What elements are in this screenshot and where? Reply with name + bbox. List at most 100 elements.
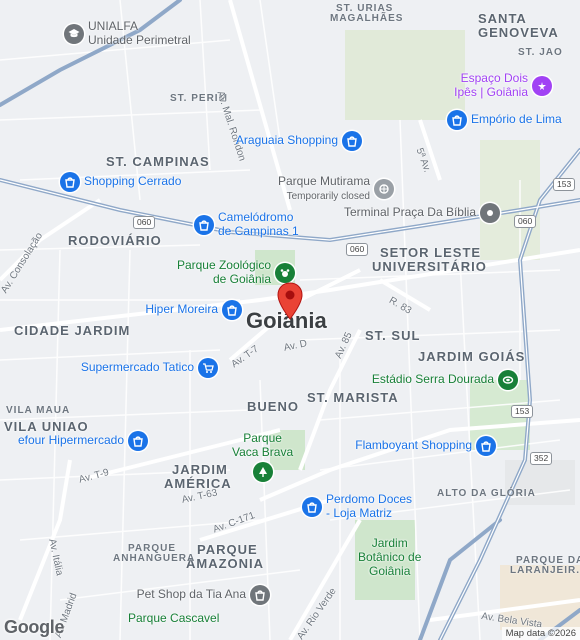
poi-zoologico-line1: Parque Zoológico (176, 258, 271, 272)
poi-unialfa-line1: UNIALFA (88, 19, 139, 33)
highway-shield: 060 (514, 215, 537, 229)
park-area (480, 140, 540, 260)
poi-zoologico-line2: de Goiânia (212, 271, 271, 286)
poi-unialfa[interactable]: UNIALFA Unidade Perimetral (64, 19, 191, 48)
poi-terminal-praca-da-biblia[interactable]: Terminal Praça Da Bíblia (344, 203, 500, 223)
district-st-jao: ST. JAO (518, 47, 563, 58)
shopping-bag-icon (342, 131, 362, 151)
poi-label: Flamboyant Shopping (355, 438, 472, 453)
poi-label: Supermercado Tatico (80, 360, 194, 375)
poi-vaca-brava-line1: Parque (243, 431, 282, 445)
highway-shield: 060 (133, 216, 156, 230)
poi-camelodromo-line2: de Campinas 1 (218, 223, 299, 238)
poi-perdomo-line2: - Loja Matriz (326, 505, 393, 520)
map-data-attribution[interactable]: Map data ©2026 (501, 627, 580, 640)
poi-label: Perdomo Doces - Loja Matriz (326, 492, 413, 521)
poi-supermercado-tatico[interactable]: Supermercado Tatico (81, 358, 218, 378)
poi-parque-vaca-brava[interactable]: Parque Vaca Brava (232, 431, 294, 482)
poi-hiper-moreira[interactable]: Hiper Moreira (145, 300, 242, 320)
district-bueno: BUENO (247, 399, 299, 414)
poi-estadio-serra-dourada[interactable]: Estádio Serra Dourada (372, 370, 518, 390)
district-st-urias: MAGALHÃES (330, 13, 404, 24)
zoo-icon (275, 262, 295, 283)
district-vila-maua: VILA MAUA (6, 405, 71, 416)
poi-shopping-cerrado[interactable]: Shopping Cerrado (60, 172, 181, 192)
poi-vaca-brava-line2: Vaca Brava (232, 444, 294, 459)
poi-perdomo-line1: Perdomo Doces (326, 492, 413, 506)
tree-icon (252, 461, 273, 482)
district-jardim-america: AMÉRICA (164, 476, 232, 491)
district-parque-laranjeiras: LARANJEIR... (510, 565, 580, 576)
district-jardim-america: JARDIM (172, 462, 228, 477)
poi-flamboyant-shopping[interactable]: Flamboyant Shopping (355, 436, 496, 456)
poi-label: Parque Cascavel (128, 611, 220, 625)
poi-espaco-dois-ipes[interactable]: Espaço Dois Ipês | Goiânia (454, 71, 552, 100)
poi-label: Terminal Praça Da Bíblia (343, 205, 476, 220)
event-icon (532, 75, 552, 96)
shopping-bag-icon (476, 436, 496, 456)
poi-label: Parque Zoológico de Goiânia (176, 258, 271, 287)
highway-shield: 153 (511, 405, 534, 419)
poi-label: Parque Vaca Brava (232, 431, 294, 460)
poi-hipermercado[interactable]: efour Hipermercado (18, 431, 148, 451)
district-st-sul: ST. SUL (365, 328, 421, 343)
highway-shield: 352 (530, 452, 553, 466)
district-parque-amazonia: PARQUE (197, 542, 258, 557)
poi-label: Espaço Dois Ipês | Goiânia (454, 71, 528, 100)
district-st-campinas: ST. CAMPINAS (106, 154, 210, 169)
shopping-bag-icon (302, 496, 322, 517)
district-parque-anhanguera: ANHANGUERA (113, 553, 196, 564)
district-st-marista: ST. MARISTA (307, 390, 399, 405)
poi-araguaia-shopping[interactable]: Araguaia Shopping (236, 131, 362, 151)
highway-shield: 060 (346, 243, 369, 257)
district-santa-genoveva: SANTA (478, 11, 527, 26)
bus-stop-icon (480, 203, 500, 223)
poi-label: Shopping Cerrado (84, 174, 182, 189)
shopping-bag-icon (447, 110, 467, 130)
poi-emporio-de-lima[interactable]: Empório de Lima (447, 110, 562, 130)
poi-botanico-line2: Botânico de (358, 549, 422, 564)
poi-camelodromo[interactable]: Camelódromo de Campinas 1 (194, 210, 299, 239)
poi-unialfa-line2: Unidade Perimetral (88, 32, 191, 47)
district-jardim-goias: JARDIM GOIÁS (418, 349, 526, 364)
district-alto-da-gloria: ALTO DA GLÓRIA (437, 488, 536, 499)
district-setor-leste: SETOR LESTE (380, 245, 482, 260)
poi-label: Hiper Moreira (145, 302, 218, 317)
shopping-bag-icon (60, 172, 80, 192)
poi-label: UNIALFA Unidade Perimetral (88, 19, 191, 48)
district-cidade-jardim: CIDADE JARDIM (14, 323, 131, 338)
poi-label: Pet Shop da Tia Ana (136, 587, 246, 602)
poi-jardim-botanico[interactable]: Jardim Botânico de Goiânia (358, 536, 422, 578)
poi-parque-cascavel[interactable]: Parque Cascavel (128, 611, 220, 626)
stadium-icon (498, 370, 518, 390)
location-pin-icon[interactable] (277, 282, 303, 320)
poi-label: efour Hipermercado (17, 433, 124, 448)
park-area (345, 30, 465, 120)
google-logo: Google (4, 617, 65, 637)
poi-botanico-line1: Jardim (371, 536, 408, 550)
poi-label: Empório de Lima (471, 112, 562, 127)
poi-espaco-line2: Ipês | Goiânia (454, 84, 528, 99)
poi-label: Parque Mutirama Temporarily closed (277, 174, 370, 203)
poi-camelodromo-line1: Camelódromo (218, 210, 294, 224)
poi-parque-mutirama[interactable]: Parque Mutirama Temporarily closed (277, 174, 394, 203)
district-setor-leste: UNIVERSITÁRIO (372, 259, 487, 274)
poi-botanico-line3: Goiânia (369, 563, 411, 578)
cart-icon (198, 358, 218, 378)
highway-shield: 153 (553, 178, 576, 192)
poi-pet-shop[interactable]: Pet Shop da Tia Ana (137, 585, 270, 605)
school-icon (64, 23, 84, 44)
map-canvas[interactable]: SANTA GENOVEVA ST. URIAS MAGALHÃES ST. P… (0, 0, 580, 640)
poi-perdomo-doces[interactable]: Perdomo Doces - Loja Matriz (302, 492, 413, 521)
poi-label: Estádio Serra Dourada (371, 372, 494, 387)
district-rodoviario: RODOVIÁRIO (68, 233, 162, 248)
shopping-bag-icon (222, 300, 242, 320)
shopping-bag-icon (128, 431, 148, 451)
poi-espaco-line1: Espaço Dois (460, 71, 528, 85)
park-icon (374, 178, 394, 199)
poi-mutirama-status: Temporarily closed (286, 190, 370, 202)
poi-label: Camelódromo de Campinas 1 (218, 210, 299, 239)
district-parque-amazonia: AMAZONIA (186, 556, 265, 571)
poi-mutirama-line1: Parque Mutirama (277, 174, 370, 188)
poi-label: Araguaia Shopping (235, 133, 338, 148)
